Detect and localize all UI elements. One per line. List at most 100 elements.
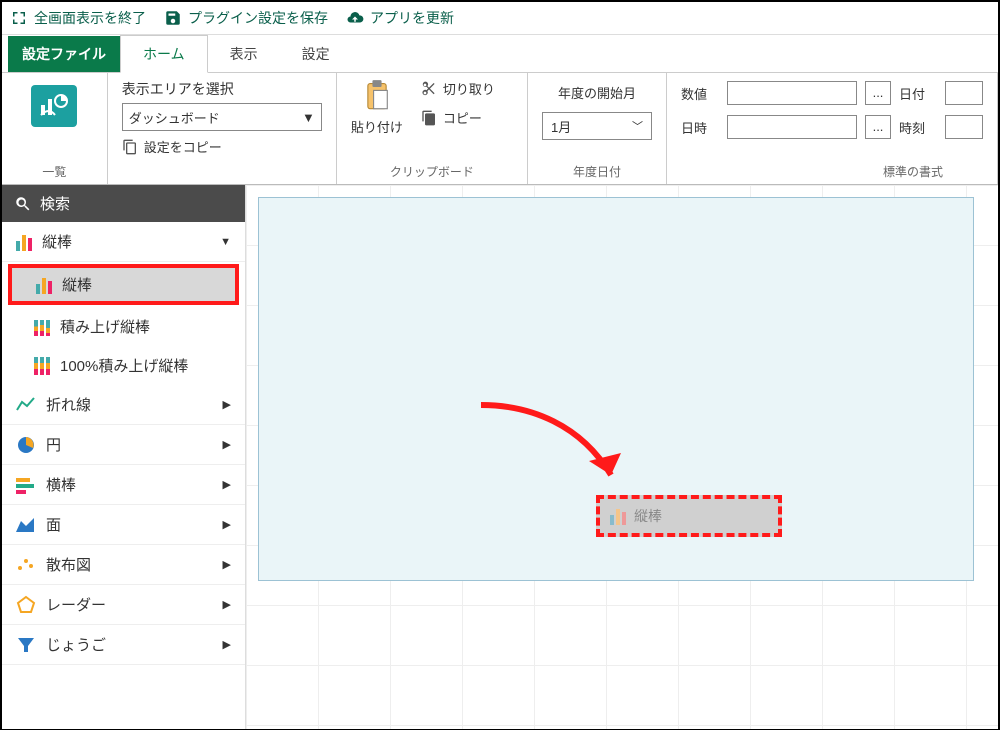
line-icon bbox=[16, 396, 36, 414]
datetime-input[interactable] bbox=[727, 115, 857, 139]
fiscal-group-label: 年度日付 bbox=[573, 161, 621, 180]
cat-pie-label: 円 bbox=[46, 434, 61, 455]
ribbon-group-fiscal: 年度の開始月 1月 ﹀ 年度日付 bbox=[528, 73, 667, 184]
exit-fullscreen-label: 全画面表示を終了 bbox=[34, 8, 146, 28]
numeric-label: 数値 bbox=[681, 84, 719, 103]
chevron-right-icon: ▶ bbox=[223, 438, 231, 451]
datetime-more-button[interactable]: ... bbox=[865, 115, 891, 139]
chevron-right-icon: ▶ bbox=[223, 478, 231, 491]
sub-column[interactable]: 縦棒 bbox=[8, 264, 239, 305]
time-label: 時刻 bbox=[899, 118, 937, 137]
search-icon bbox=[14, 195, 32, 213]
chevron-down-icon: ▼ bbox=[302, 110, 315, 125]
search-label: 検索 bbox=[40, 193, 70, 214]
area-combo[interactable]: ダッシュボード ▼ bbox=[122, 103, 322, 131]
cat-scatter-label: 散布図 bbox=[46, 554, 91, 575]
ribbon-group-clipboard: 貼り付け 切り取り コピー クリップボード bbox=[337, 73, 528, 184]
column-icon bbox=[36, 276, 52, 294]
funnel-icon bbox=[16, 635, 36, 655]
tab-home[interactable]: ホーム bbox=[120, 35, 208, 73]
copy-icon bbox=[122, 139, 138, 155]
sub-100stacked-label: 100%積み上げ縦棒 bbox=[60, 355, 188, 376]
100stacked-column-icon bbox=[34, 357, 50, 375]
scissors-icon bbox=[421, 81, 437, 97]
sub-100stacked-column[interactable]: 100%積み上げ縦棒 bbox=[2, 346, 245, 385]
cat-radar-label: レーダー bbox=[46, 594, 106, 615]
drag-ghost-label: 縦棒 bbox=[634, 506, 662, 526]
copy-button[interactable]: コピー bbox=[421, 108, 495, 127]
sub-stacked-column[interactable]: 積み上げ縦棒 bbox=[2, 307, 245, 346]
chevron-right-icon: ▶ bbox=[223, 598, 231, 611]
ribbon-group-format: 数値 ... 日付 日時 ... 時刻 標準の書式 bbox=[667, 73, 998, 184]
fiscal-title: 年度の開始月 bbox=[558, 83, 636, 102]
update-app-label: アプリを更新 bbox=[370, 8, 454, 28]
bar-icon bbox=[16, 476, 36, 494]
save-plugin-button[interactable]: プラグイン設定を保存 bbox=[164, 8, 328, 28]
copy-label: コピー bbox=[443, 108, 482, 127]
cut-button[interactable]: 切り取り bbox=[421, 79, 495, 98]
copy-settings-label: 設定をコピー bbox=[144, 137, 222, 156]
cat-line[interactable]: 折れ線 ▶ bbox=[2, 385, 245, 425]
ribbon-group-list: 一覧 bbox=[2, 73, 108, 184]
chevron-right-icon: ▶ bbox=[223, 398, 231, 411]
update-app-button[interactable]: アプリを更新 bbox=[346, 8, 454, 28]
chevron-down-icon: ▼ bbox=[220, 236, 231, 248]
ribbon-group-area: 表示エリアを選択 ダッシュボード ▼ 設定をコピー bbox=[108, 73, 337, 184]
numeric-input[interactable] bbox=[727, 81, 857, 105]
radar-icon bbox=[16, 595, 36, 615]
pie-icon bbox=[16, 435, 36, 455]
sub-column-label: 縦棒 bbox=[62, 274, 92, 295]
cat-area[interactable]: 面 ▶ bbox=[2, 505, 245, 545]
chevron-right-icon: ▶ bbox=[223, 558, 231, 571]
area-combo-value: ダッシュボード bbox=[129, 108, 220, 127]
clipboard-group-label: クリップボード bbox=[351, 161, 513, 180]
cat-bar-label: 横棒 bbox=[46, 474, 76, 495]
drag-ghost: 縦棒 bbox=[596, 495, 782, 537]
tab-file[interactable]: 設定ファイル bbox=[8, 36, 120, 72]
cat-radar[interactable]: レーダー ▶ bbox=[2, 585, 245, 625]
area-icon bbox=[16, 516, 36, 534]
cat-line-label: 折れ線 bbox=[46, 394, 91, 415]
chevron-right-icon: ▶ bbox=[223, 638, 231, 651]
cat-bar[interactable]: 横棒 ▶ bbox=[2, 465, 245, 505]
stacked-column-icon bbox=[34, 318, 50, 336]
list-big-icon[interactable] bbox=[31, 85, 77, 127]
fiscal-combo-value: 1月 bbox=[551, 117, 571, 136]
numeric-more-button[interactable]: ... bbox=[865, 81, 891, 105]
area-title: 表示エリアを選択 bbox=[122, 79, 322, 99]
save-plugin-label: プラグイン設定を保存 bbox=[188, 8, 328, 28]
chart-list-icon bbox=[39, 93, 69, 119]
cat-funnel[interactable]: じょうご ▶ bbox=[2, 625, 245, 665]
collapse-icon bbox=[10, 9, 28, 27]
format-group-label: 標準の書式 bbox=[681, 161, 983, 180]
exit-fullscreen-button[interactable]: 全画面表示を終了 bbox=[10, 8, 146, 28]
cat-area-label: 面 bbox=[46, 514, 61, 535]
tab-strip: 設定ファイル ホーム 表示 設定 bbox=[2, 35, 998, 73]
list-label: 一覧 bbox=[42, 161, 66, 180]
ribbon: 一覧 表示エリアを選択 ダッシュボード ▼ 設定をコピー 貼り付け bbox=[2, 73, 998, 185]
date-label: 日付 bbox=[899, 84, 937, 103]
column-icon bbox=[16, 233, 32, 251]
search-bar[interactable]: 検索 bbox=[2, 185, 245, 222]
chart-sidebar: 検索 縦棒 ▼ 縦棒 積み上げ縦棒 100%積み上げ縦棒 折れ線 ▶ bbox=[2, 185, 246, 729]
design-canvas[interactable]: 縦棒 bbox=[246, 185, 998, 729]
scatter-icon bbox=[16, 556, 36, 574]
copy-settings-button[interactable]: 設定をコピー bbox=[122, 137, 322, 156]
cat-column-label: 縦棒 bbox=[42, 231, 72, 252]
cat-column[interactable]: 縦棒 ▼ bbox=[2, 222, 245, 262]
paste-button[interactable]: 貼り付け bbox=[351, 79, 403, 136]
date-input[interactable] bbox=[945, 81, 983, 105]
cat-scatter[interactable]: 散布図 ▶ bbox=[2, 545, 245, 585]
tab-settings[interactable]: 設定 bbox=[280, 36, 352, 72]
copy-icon bbox=[421, 110, 437, 126]
time-input[interactable] bbox=[945, 115, 983, 139]
cat-pie[interactable]: 円 ▶ bbox=[2, 425, 245, 465]
cut-label: 切り取り bbox=[443, 79, 495, 98]
save-icon bbox=[164, 9, 182, 27]
chevron-right-icon: ▶ bbox=[223, 518, 231, 531]
sub-stacked-label: 積み上げ縦棒 bbox=[60, 316, 150, 337]
tab-view[interactable]: 表示 bbox=[208, 36, 280, 72]
main-area: 検索 縦棒 ▼ 縦棒 積み上げ縦棒 100%積み上げ縦棒 折れ線 ▶ bbox=[2, 185, 998, 729]
cat-funnel-label: じょうご bbox=[46, 634, 106, 655]
fiscal-combo[interactable]: 1月 ﹀ bbox=[542, 112, 652, 140]
